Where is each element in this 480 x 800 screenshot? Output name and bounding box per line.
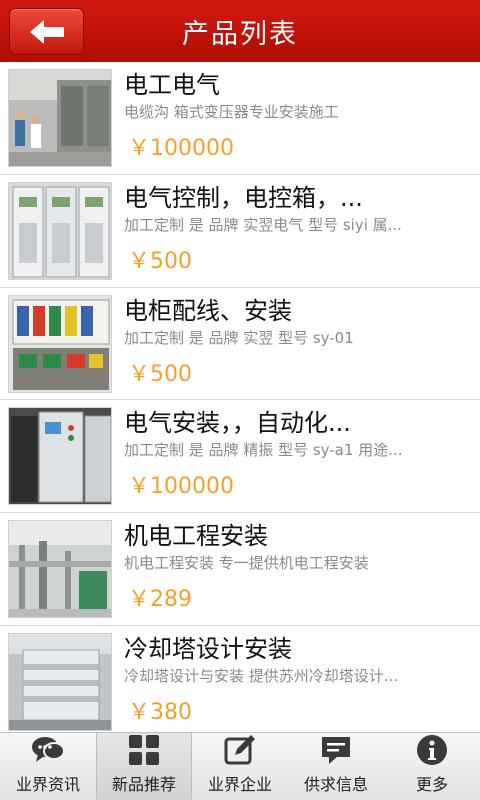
product-price: ￥100000 — [128, 474, 234, 500]
header-bar: 产品列表 — [0, 0, 480, 62]
tab-new-products[interactable]: 新品推荐 — [96, 733, 192, 800]
list-item[interactable]: 冷却塔设计安装 冷却塔设计与安装 提供苏州冷却塔设计... ￥380 — [0, 626, 480, 732]
product-price: ￥380 — [128, 699, 192, 725]
product-price: ￥100000 — [128, 136, 234, 161]
tab-label: 更多 — [415, 775, 448, 794]
list-item[interactable]: 机电工程安装 机电工程安装 专一提供机电工程安装 ￥289 — [0, 513, 480, 626]
product-thumbnail — [8, 632, 112, 731]
arrow-left-icon — [29, 19, 64, 44]
product-title: 冷却塔设计安装 — [124, 634, 292, 663]
list-item[interactable]: 电工电气 电缆沟 箱式变压器专业安装施工 ￥100000 — [0, 62, 480, 175]
product-price: ￥500 — [128, 248, 192, 274]
list-item[interactable]: 电气安装，，自动化... 加工定制 是 品牌 精振 型号 sy-a1 用途...… — [0, 400, 480, 514]
product-price: ￥289 — [128, 587, 192, 613]
product-description: 加工定制 是 品牌 实翌 型号 sy-01 — [124, 328, 354, 347]
product-description: 加工定制 是 品牌 精振 型号 sy-a1 用途... — [124, 441, 403, 460]
grid-icon — [126, 733, 162, 767]
edit-icon — [222, 733, 258, 767]
product-list: 电工电气 电缆沟 箱式变压器专业安装施工 ￥100000 电气控制，电控箱，..… — [0, 62, 480, 732]
back-button[interactable] — [9, 8, 84, 55]
bottom-tab-bar: 业界资讯 新品推荐 业界企业 供求信息 更多 — [0, 732, 480, 800]
tab-label: 业界资讯 — [15, 775, 80, 794]
product-description: 冷却塔设计与安装 提供苏州冷却塔设计... — [124, 666, 399, 685]
product-description: 机电工程安装 专一提供机电工程安装 — [124, 554, 369, 573]
product-description: 加工定制 是 品牌 实翌电气 型号 siyi 属... — [124, 215, 402, 234]
tab-industry-news[interactable]: 业界资讯 — [0, 733, 96, 800]
list-item[interactable]: 电气控制，电控箱，... 加工定制 是 品牌 实翌电气 型号 siyi 属...… — [0, 175, 480, 288]
tab-industry-companies[interactable]: 业界企业 — [192, 733, 288, 800]
product-thumbnail — [8, 294, 112, 393]
message-icon — [318, 733, 354, 767]
product-title: 电柜配线、安装 — [124, 296, 292, 325]
product-title: 电气控制，电控箱，... — [124, 183, 363, 212]
info-icon — [414, 733, 450, 767]
tab-label: 新品推荐 — [111, 775, 176, 794]
product-title: 电气安装，，自动化... — [124, 409, 351, 438]
list-item[interactable]: 电柜配线、安装 加工定制 是 品牌 实翌 型号 sy-01 ￥500 — [0, 288, 480, 401]
product-description: 电缆沟 箱式变压器专业安装施工 — [124, 103, 339, 121]
product-thumbnail — [8, 520, 112, 619]
product-title: 电工电气 — [124, 71, 220, 99]
product-thumbnail — [8, 407, 112, 506]
tab-supply-demand[interactable]: 供求信息 — [288, 733, 384, 800]
page-title: 产品列表 — [182, 18, 298, 50]
chat-bubbles-icon — [30, 733, 66, 767]
product-price: ￥500 — [128, 361, 192, 387]
product-title: 机电工程安装 — [124, 522, 268, 551]
tab-label: 业界企业 — [207, 775, 272, 794]
tab-label: 供求信息 — [303, 775, 368, 794]
product-thumbnail — [8, 181, 112, 280]
product-thumbnail — [8, 69, 112, 167]
tab-more[interactable]: 更多 — [384, 733, 480, 800]
